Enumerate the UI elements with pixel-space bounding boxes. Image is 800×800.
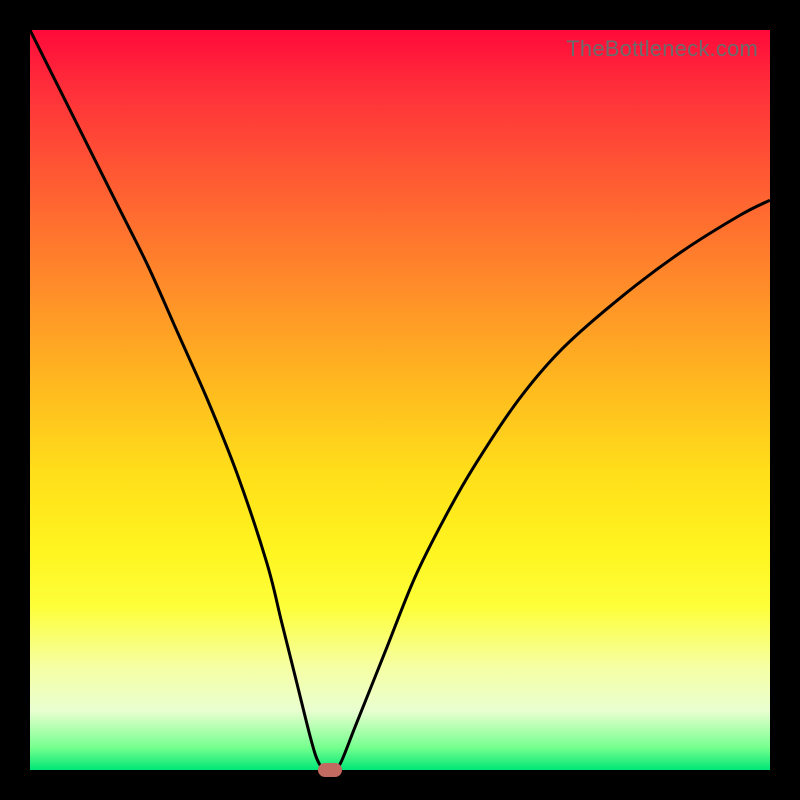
plot-area: TheBottleneck.com bbox=[30, 30, 770, 770]
optimum-marker bbox=[318, 763, 342, 777]
chart-frame: TheBottleneck.com bbox=[0, 0, 800, 800]
bottleneck-curve-path bbox=[30, 30, 770, 770]
curve-svg bbox=[30, 30, 770, 770]
